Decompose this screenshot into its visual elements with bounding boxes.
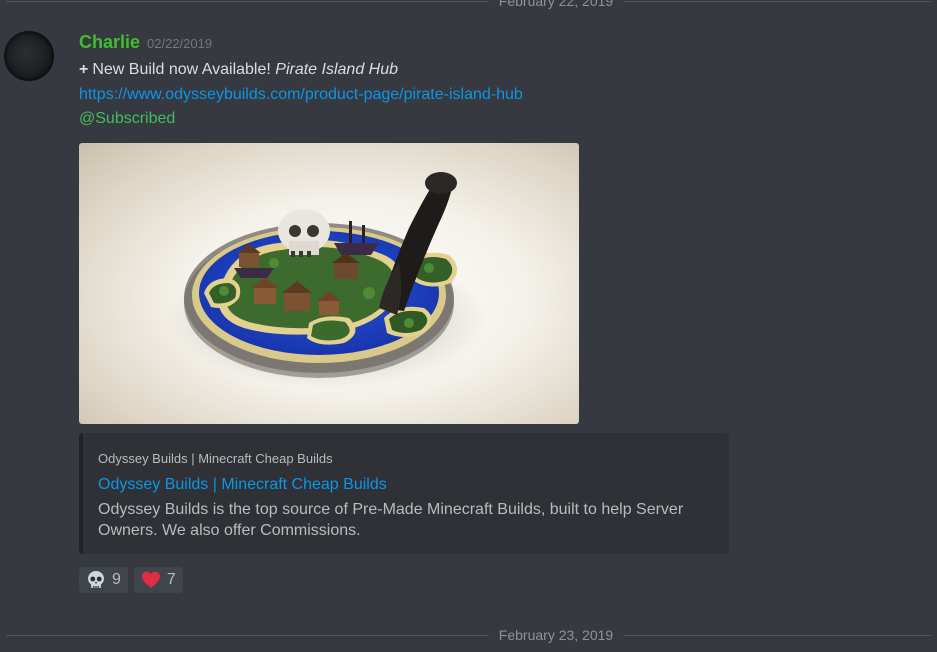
divider-line [6, 1, 931, 2]
pirate-island-image [167, 172, 487, 388]
reactions-bar: 9 7 [79, 567, 183, 593]
plus-icon: + [79, 61, 89, 78]
reaction-skull[interactable]: 9 [79, 567, 128, 593]
timestamp: 02/22/2019 [147, 36, 213, 51]
reaction-count: 7 [166, 571, 176, 588]
date-divider: February 23, 2019 [0, 625, 937, 645]
heart-icon [141, 571, 160, 588]
date-divider-label: February 22, 2019 [488, 0, 624, 9]
link-embed: Odyssey Builds | Minecraft Cheap Builds … [79, 433, 729, 554]
role-mention[interactable]: @Subscribed [79, 110, 175, 127]
message-mention-line: @Subscribed [79, 107, 919, 132]
message-header: Charlie 02/22/2019 [79, 32, 919, 58]
build-name: Pirate Island Hub [275, 61, 399, 78]
announcement-text: New Build now Available! [92, 61, 271, 78]
product-link[interactable]: https://www.odysseybuilds.com/product-pa… [79, 86, 523, 103]
username[interactable]: Charlie [79, 32, 140, 53]
reaction-count: 9 [112, 571, 121, 588]
divider-line [6, 635, 931, 636]
date-divider-label: February 23, 2019 [488, 627, 624, 643]
avatar[interactable] [4, 31, 54, 81]
message-announcement-line: + New Build now Available! Pirate Island … [79, 58, 919, 83]
skull-icon [88, 571, 104, 588]
reaction-heart[interactable]: 7 [133, 567, 183, 593]
message-link-line: https://www.odysseybuilds.com/product-pa… [79, 83, 919, 108]
embed-provider[interactable]: Odyssey Builds | Minecraft Cheap Builds [98, 451, 714, 466]
date-divider: February 22, 2019 [0, 0, 937, 11]
image-attachment[interactable] [79, 143, 579, 424]
embed-description: Odyssey Builds is the top source of Pre-… [98, 501, 684, 539]
chat-message: Charlie 02/22/2019 + New Build now Availa… [79, 32, 919, 593]
chat-view: February 22, 2019 Charlie 02/22/2019 + Ne… [0, 0, 937, 652]
embed-title-link[interactable]: Odyssey Builds | Minecraft Cheap Builds [98, 476, 714, 494]
